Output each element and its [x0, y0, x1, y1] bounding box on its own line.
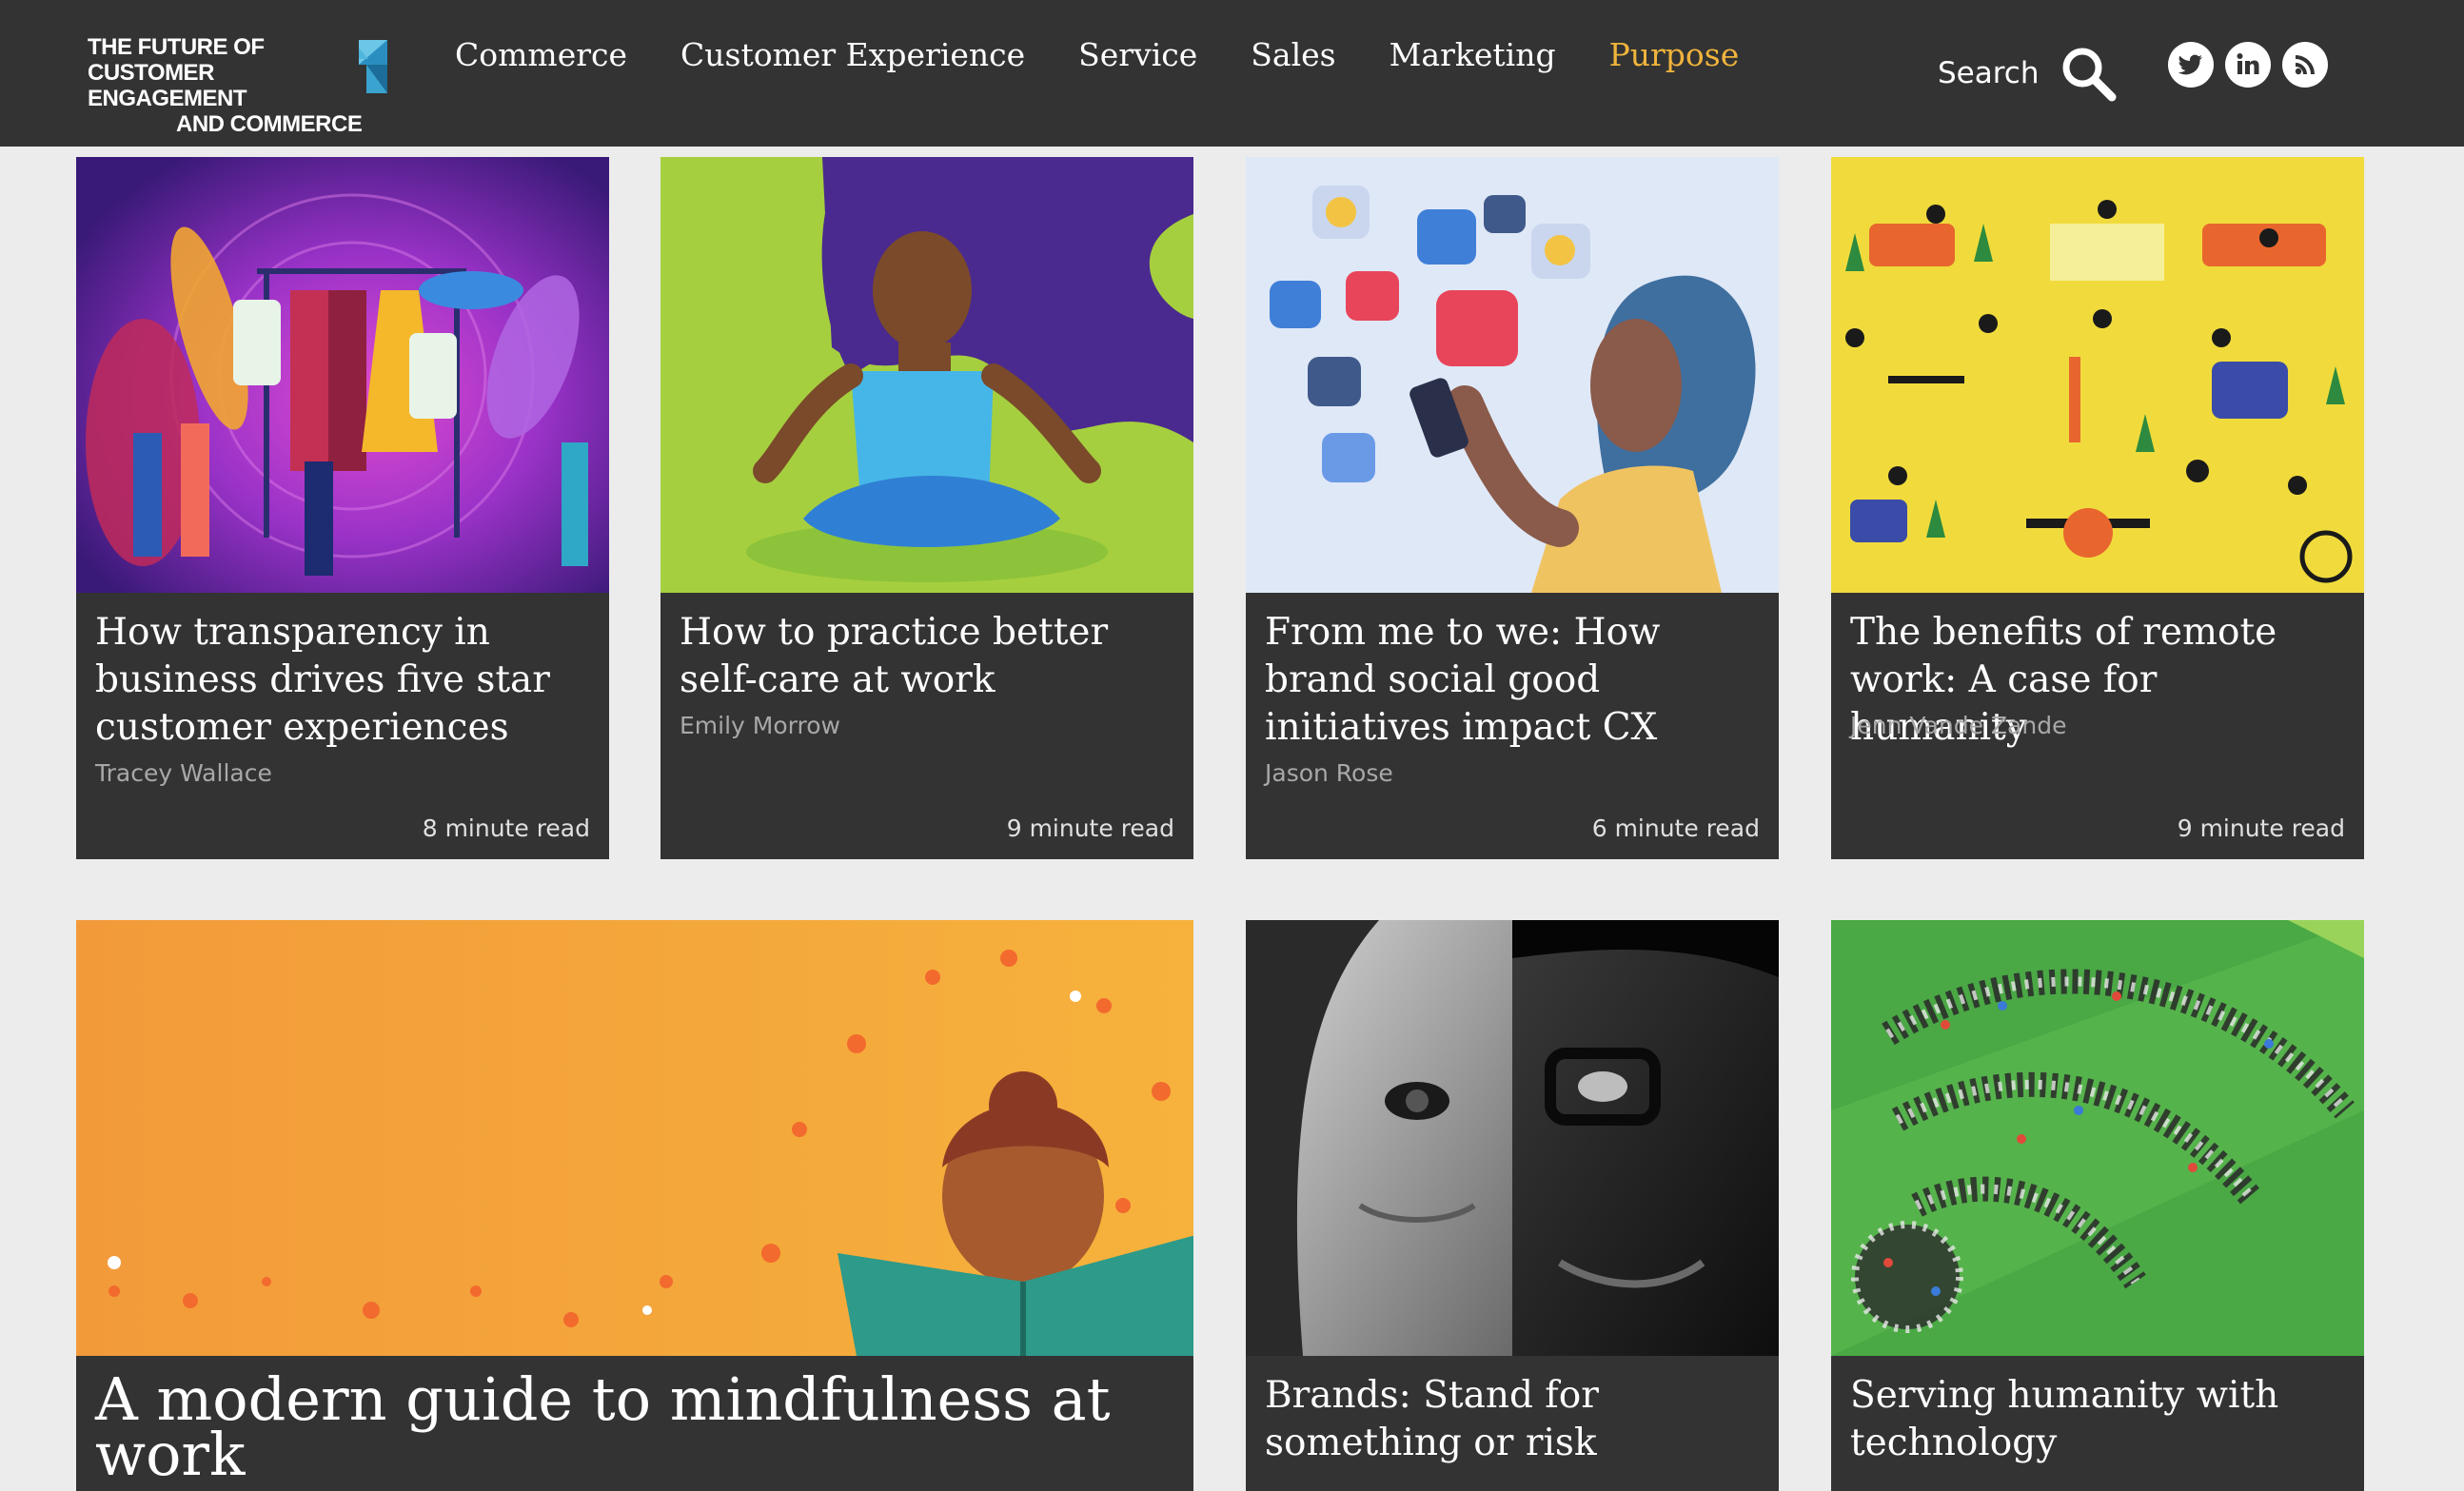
logo-line-3: AND COMMERCE	[176, 111, 363, 137]
read-time: 6 minute read	[1591, 814, 1760, 842]
article-image[interactable]	[76, 920, 1193, 1356]
nav-commerce[interactable]: Commerce	[455, 36, 627, 73]
search-label: Search	[1938, 56, 2040, 90]
crowd-wifi-illustration	[1831, 920, 2364, 1356]
article-title[interactable]: How transparency in business drives five…	[95, 609, 590, 752]
search-button[interactable]: Search	[1938, 44, 2118, 103]
nav-service[interactable]: Service	[1078, 36, 1197, 73]
logo-mark-icon	[359, 40, 387, 93]
article-author: Tracey Wallace	[95, 759, 272, 787]
article-image[interactable]	[1831, 920, 2364, 1356]
article-title[interactable]: Brands: Stand for something or risk	[1265, 1372, 1760, 1467]
article-author: Jenn Vande Zande	[1850, 712, 2067, 739]
nav-customer-experience[interactable]: Customer Experience	[680, 36, 1025, 73]
article-image[interactable]	[1246, 157, 1779, 593]
woman-phone-social-illustration	[1246, 157, 1779, 593]
remote-workers-illustration	[1831, 157, 2364, 593]
article-card-brands-stand[interactable]: Brands: Stand for something or risk	[1246, 920, 1779, 1491]
twitter-icon[interactable]	[2168, 42, 2214, 88]
article-card-mindfulness[interactable]: A modern guide to mindfulness at work	[76, 920, 1193, 1491]
search-icon	[2062, 48, 2117, 102]
article-title[interactable]: Serving humanity with technology	[1850, 1372, 2345, 1467]
read-time: 8 minute read	[422, 814, 590, 842]
article-title[interactable]: How to practice better self-care at work	[680, 609, 1174, 704]
meditating-woman-illustration	[660, 157, 1193, 593]
top-navigation-bar: THE FUTURE OF CUSTOMER ENGAGEMENT AND CO…	[0, 0, 2464, 147]
article-card-remote-work[interactable]: The benefits of remote work: A case for …	[1831, 157, 2364, 859]
social-links	[2168, 42, 2328, 88]
read-time: 9 minute read	[2177, 814, 2345, 842]
article-image[interactable]	[1246, 920, 1779, 1356]
nav-marketing[interactable]: Marketing	[1390, 36, 1556, 73]
nav-sales[interactable]: Sales	[1251, 36, 1335, 73]
article-title[interactable]: From me to we: How brand social good ini…	[1265, 609, 1760, 752]
logo-text: THE FUTURE OF CUSTOMER ENGAGEMENT AND CO…	[88, 34, 373, 137]
article-image[interactable]	[660, 157, 1193, 593]
logo-line-1: THE FUTURE OF	[88, 34, 265, 60]
nav-purpose[interactable]: Purpose	[1609, 36, 1740, 73]
reading-girl-illustration	[76, 920, 1193, 1356]
logo-line-2: CUSTOMER ENGAGEMENT	[88, 60, 247, 111]
article-image[interactable]	[76, 157, 609, 593]
article-card-serving-humanity[interactable]: Serving humanity with technology	[1831, 920, 2364, 1491]
site-logo[interactable]: THE FUTURE OF CUSTOMER ENGAGEMENT AND CO…	[88, 34, 402, 137]
fashion-rack-illustration	[76, 157, 609, 593]
article-author: Emily Morrow	[680, 712, 840, 739]
linkedin-icon[interactable]	[2225, 42, 2271, 88]
faces-photo	[1246, 920, 1779, 1356]
article-card-transparency[interactable]: How transparency in business drives five…	[76, 157, 609, 859]
article-author: Jason Rose	[1265, 759, 1393, 787]
article-image[interactable]	[1831, 157, 2364, 593]
article-title[interactable]: A modern guide to mindfulness at work	[95, 1370, 1174, 1484]
article-card-self-care[interactable]: How to practice better self-care at work…	[660, 157, 1193, 859]
main-nav: Commerce Customer Experience Service Sal…	[455, 36, 1792, 73]
read-time: 9 minute read	[1006, 814, 1174, 842]
article-card-me-to-we[interactable]: From me to we: How brand social good ini…	[1246, 157, 1779, 859]
rss-icon[interactable]	[2282, 42, 2328, 88]
